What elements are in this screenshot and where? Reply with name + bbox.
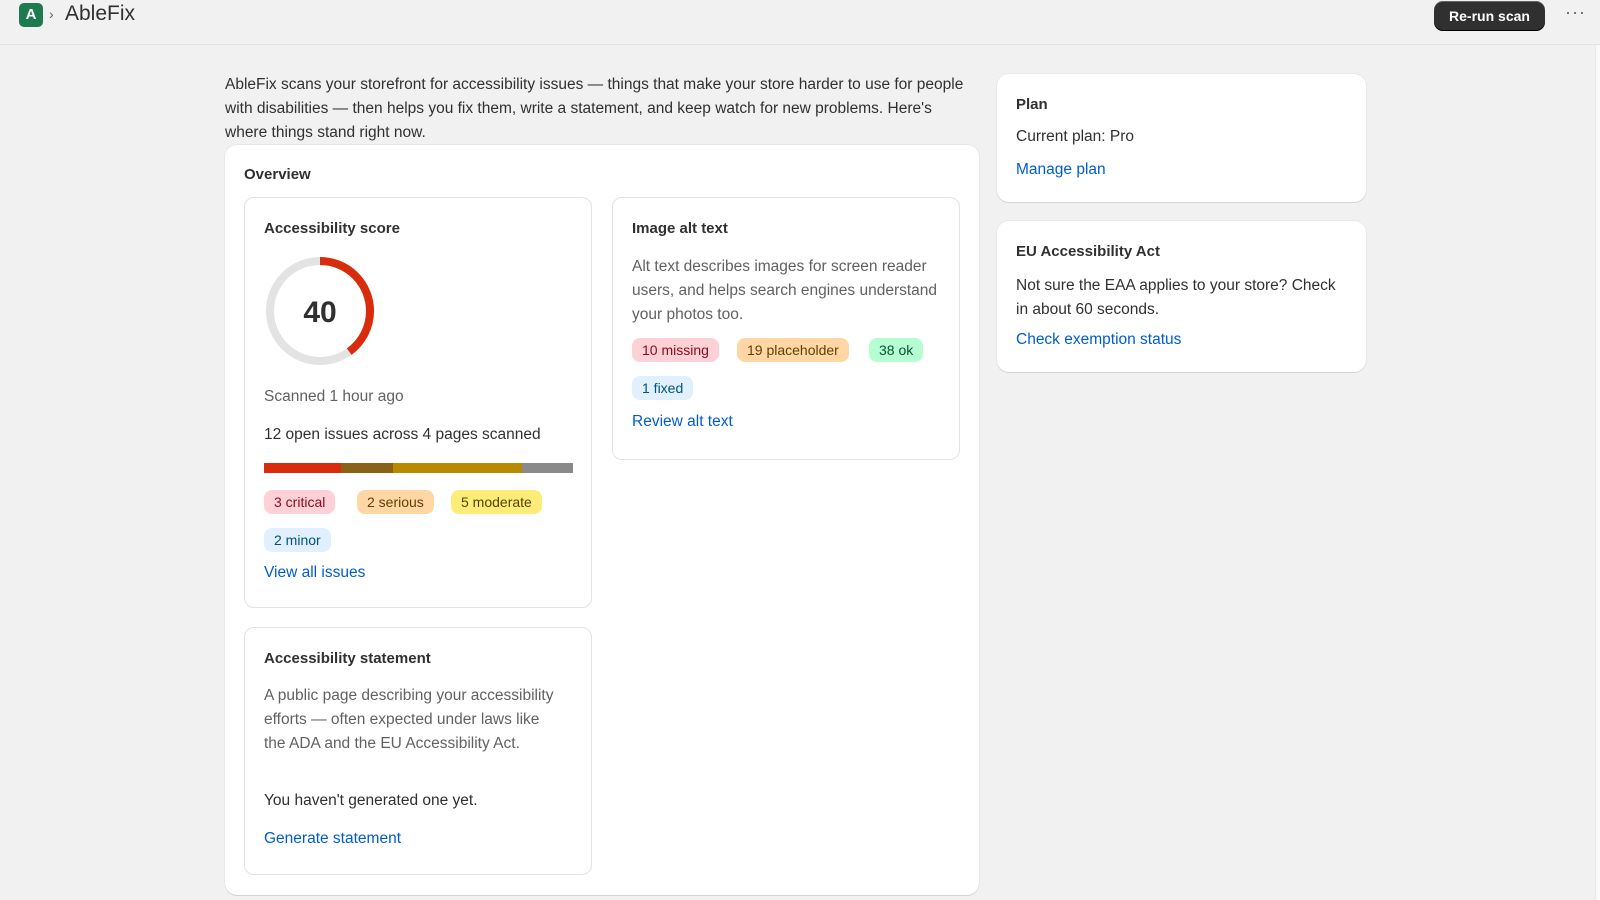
fixed-badge: 1 fixed bbox=[632, 376, 694, 400]
alt-text-description: Alt text describes images for screen rea… bbox=[632, 258, 938, 323]
plan-card: Plan Current plan: Pro Manage plan bbox=[997, 74, 1366, 202]
view-all-issues-link[interactable]: View all issues bbox=[264, 564, 365, 582]
severity-bar-critical bbox=[264, 463, 342, 473]
current-plan: Current plan: Pro bbox=[1016, 128, 1135, 145]
critical-badge: 3 critical bbox=[264, 490, 336, 514]
intro-text: AbleFix scans your storefront for access… bbox=[225, 76, 964, 141]
check-exemption-link[interactable]: Check exemption status bbox=[1016, 331, 1181, 349]
overview-card: Overview Accessibility score 40 Scanned … bbox=[225, 145, 979, 895]
serious-badge: 2 serious bbox=[357, 490, 434, 514]
eaa-card: EU Accessibility Act Not sure the EAA ap… bbox=[997, 221, 1366, 372]
review-alt-text-link[interactable]: Review alt text bbox=[632, 413, 733, 431]
statement-card: Accessibility statement A public page de… bbox=[244, 627, 592, 875]
overview-title: Overview bbox=[244, 166, 311, 183]
breadcrumb-chevron-icon: › bbox=[49, 6, 54, 22]
statement-status: You haven't generated one yet. bbox=[264, 792, 478, 809]
minor-badge: 2 minor bbox=[264, 528, 331, 552]
ok-badge: 38 ok bbox=[869, 338, 924, 362]
plan-title: Plan bbox=[1016, 96, 1048, 113]
scanned-time: Scanned 1 hour ago bbox=[264, 388, 404, 405]
app-title: AbleFix bbox=[65, 2, 136, 25]
rerun-scan-button[interactable]: Re-run scan bbox=[1434, 1, 1545, 31]
generate-statement-link[interactable]: Generate statement bbox=[264, 830, 401, 848]
top-bar: A › AbleFix Re-run scan ··· bbox=[0, 0, 1600, 45]
severity-bar-moderate bbox=[392, 463, 522, 473]
score-gauge: 40 bbox=[266, 257, 374, 365]
score-value: 40 bbox=[303, 296, 336, 329]
severity-bar-serious bbox=[341, 463, 393, 473]
severity-bar-minor bbox=[521, 463, 573, 473]
app-logo[interactable]: A bbox=[19, 3, 43, 27]
severity-bar bbox=[264, 463, 573, 473]
alt-text-card-title: Image alt text bbox=[632, 220, 728, 237]
manage-plan-link[interactable]: Manage plan bbox=[1016, 161, 1106, 179]
moderate-badge: 5 moderate bbox=[451, 490, 542, 514]
scrollbar[interactable] bbox=[1595, 45, 1600, 900]
eaa-title: EU Accessibility Act bbox=[1016, 243, 1160, 260]
eaa-description: Not sure the EAA applies to your store? … bbox=[1016, 277, 1336, 318]
placeholder-badge: 19 placeholder bbox=[737, 338, 849, 362]
score-card: Accessibility score 40 Scanned 1 hour ag… bbox=[244, 197, 592, 608]
missing-badge: 10 missing bbox=[632, 338, 719, 362]
statement-description: A public page describing your accessibil… bbox=[264, 687, 554, 752]
issues-summary: 12 open issues across 4 pages scanned bbox=[264, 426, 541, 443]
statement-card-title: Accessibility statement bbox=[264, 650, 431, 667]
more-actions-icon[interactable]: ··· bbox=[1565, 2, 1586, 23]
alt-text-card: Image alt text Alt text describes images… bbox=[612, 197, 960, 460]
score-card-title: Accessibility score bbox=[264, 220, 400, 237]
